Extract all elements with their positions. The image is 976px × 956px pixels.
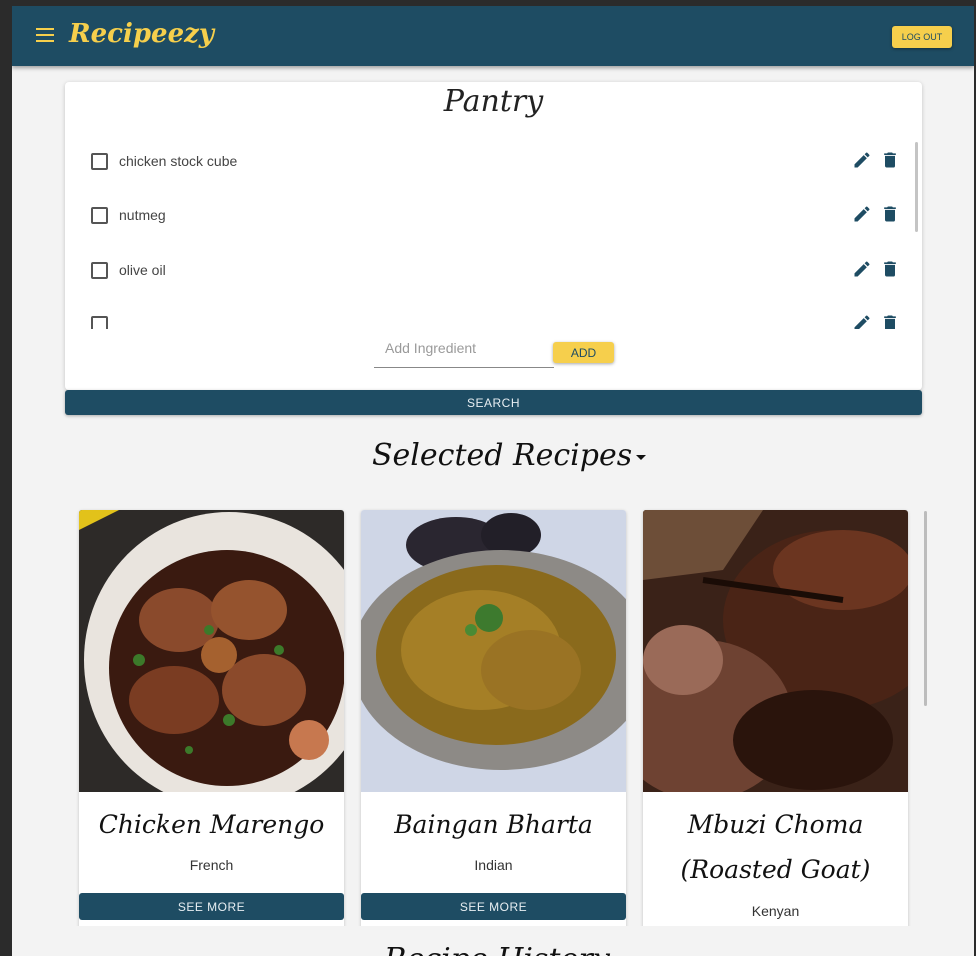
ingredient-checkbox[interactable] — [91, 207, 108, 224]
ingredient-label: olive oil — [119, 262, 166, 278]
trash-icon[interactable] — [880, 204, 900, 224]
list-item: nutmeg — [65, 186, 922, 240]
pencil-icon[interactable] — [852, 150, 872, 170]
pencil-icon[interactable] — [852, 204, 872, 224]
recipe-card: Mbuzi Choma (Roasted Goat) Kenyan — [643, 510, 908, 926]
logout-button[interactable]: LOG OUT — [892, 26, 952, 48]
trash-icon[interactable] — [880, 150, 900, 170]
list-item: chicken stock cube — [65, 132, 922, 186]
selected-recipes-dropdown[interactable]: Selected Recipes — [372, 438, 647, 473]
pencil-icon[interactable] — [852, 313, 872, 329]
ingredient-checkbox[interactable] — [91, 316, 108, 329]
see-more-button[interactable]: SEE MORE — [361, 893, 626, 920]
menu-icon[interactable] — [36, 28, 54, 42]
ingredient-checkbox[interactable] — [91, 262, 108, 279]
app-window: Recipeezy LOG OUT Pantry chicken stock c… — [12, 6, 974, 956]
recipe-cuisine: Indian — [474, 857, 513, 873]
recipe-cuisine: Kenyan — [751, 903, 800, 919]
app-title: Recipeezy — [69, 19, 214, 49]
carousel-scrollbar[interactable] — [924, 511, 927, 706]
list-item: olive oil — [65, 241, 922, 295]
pencil-icon[interactable] — [852, 259, 872, 279]
list-item — [65, 295, 922, 329]
recipe-photo — [79, 510, 344, 792]
caret-down-icon — [636, 454, 647, 460]
ingredient-label: nutmeg — [119, 207, 166, 223]
recipe-name: Chicken Marengo — [98, 810, 325, 839]
pantry-list[interactable]: chicken stock cube nutmeg olive oil — [65, 132, 922, 329]
pantry-title: Pantry — [443, 84, 544, 119]
app-bar: Recipeezy LOG OUT — [12, 6, 974, 66]
add-ingredient-input[interactable] — [374, 328, 554, 368]
search-button[interactable]: SEARCH — [65, 390, 922, 415]
recipe-name: Baingan Bharta — [394, 810, 593, 839]
recipe-carousel[interactable]: Chicken Marengo French SEE MORE Baingan … — [12, 506, 974, 926]
recipe-name: Mbuzi Choma (Roasted Goat) — [680, 810, 871, 884]
recipe-cuisine: French — [189, 857, 234, 873]
trash-icon[interactable] — [880, 259, 900, 279]
trash-icon[interactable] — [880, 313, 900, 329]
recipe-card: Baingan Bharta Indian SEE MORE — [361, 510, 626, 926]
ingredient-checkbox[interactable] — [91, 153, 108, 170]
pantry-card: Pantry chicken stock cube nutmeg olive o… — [65, 82, 922, 390]
recipe-card: Chicken Marengo French SEE MORE — [79, 510, 344, 926]
see-more-button[interactable]: SEE MORE — [79, 893, 344, 920]
add-ingredient-button[interactable]: ADD — [553, 342, 614, 363]
recipe-history-title: Recipe History — [384, 942, 610, 956]
selected-recipes-title: Selected Recipes — [372, 438, 633, 473]
recipe-photo — [643, 510, 908, 792]
recipe-photo — [361, 510, 626, 792]
ingredient-label: chicken stock cube — [119, 153, 238, 169]
pantry-scrollbar[interactable] — [915, 142, 918, 232]
